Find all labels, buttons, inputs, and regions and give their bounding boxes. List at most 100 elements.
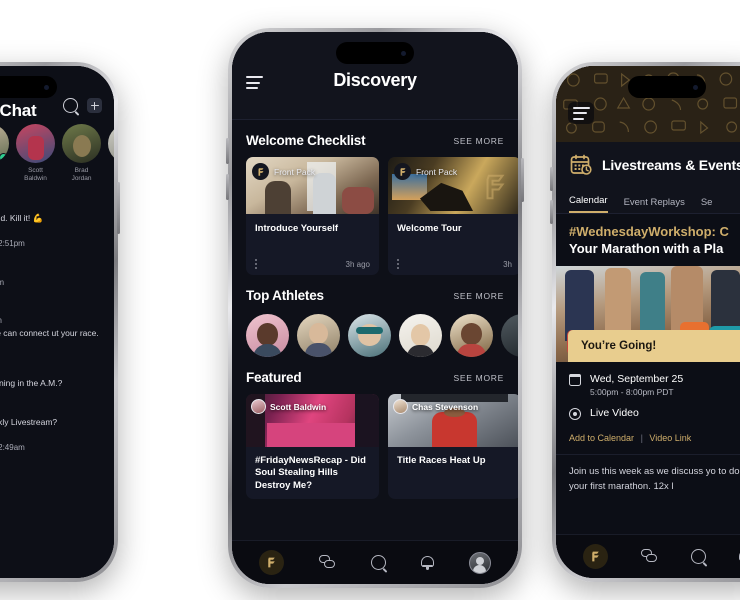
hamburger-menu-button[interactable] <box>568 102 594 124</box>
tab-calendar[interactable]: Calendar <box>569 195 608 213</box>
more-options-icon[interactable] <box>397 259 399 269</box>
more-options-icon[interactable] <box>255 259 257 269</box>
chat-icon <box>640 549 658 564</box>
message-time: 12:51pm <box>0 239 25 249</box>
message-text: ’re a beast 🐎 <box>0 251 105 262</box>
message-time: 1:15pm <box>0 316 2 325</box>
tab-series[interactable]: Se <box>701 197 713 213</box>
card-footer: 3h <box>388 259 518 269</box>
power-button[interactable] <box>117 182 120 234</box>
message-time: 12:49am <box>0 443 25 453</box>
search-icon <box>690 549 706 564</box>
tab-home[interactable] <box>582 544 608 569</box>
story-item[interactable]: AnAth <box>108 124 114 196</box>
see-more-link[interactable]: SEE MORE <box>454 291 504 301</box>
card-brand-name: Front Pack <box>274 166 316 177</box>
athlete-avatar[interactable] <box>501 314 518 357</box>
checklist-card[interactable]: Front Pack Welcome Tour 3h <box>388 157 518 275</box>
event-date: Wed, September 25 <box>590 373 684 386</box>
page-title: Discovery <box>333 70 417 90</box>
card-brand-name: Front Pack <box>416 166 458 177</box>
see-more-link[interactable]: SEE MORE <box>454 373 504 383</box>
featured-row[interactable]: Scott Baldwin #FridayNewsRecap - Did Sou… <box>232 394 518 499</box>
featured-card[interactable]: Scott Baldwin #FridayNewsRecap - Did Sou… <box>246 394 379 499</box>
front-pack-logo-icon <box>252 163 269 180</box>
add-to-calendar-link[interactable]: Add to Calendar <box>569 433 634 443</box>
chat-message-list[interactable]: Tolbert12:49pm d luck this weekend. Kill… <box>0 200 114 572</box>
athlete-avatar[interactable] <box>399 314 442 357</box>
avatar-icon <box>468 551 491 574</box>
card-brand: Front Pack <box>252 163 315 180</box>
card-caption: Welcome Tour <box>397 223 462 234</box>
tab-search[interactable] <box>690 549 706 564</box>
message-time: 12:55pm <box>0 277 5 287</box>
going-label: You’re Going! <box>581 340 657 353</box>
tab-notifications[interactable] <box>420 555 434 570</box>
chat-message: y Wilson1:40pm you be at the weekly Live… <box>0 404 105 428</box>
avatar[interactable] <box>16 124 55 163</box>
tab-chat[interactable] <box>319 555 336 570</box>
going-status-bar[interactable]: You’re Going! Ch <box>568 330 740 363</box>
plus-square-icon[interactable] <box>87 98 102 113</box>
livestreams-tabs[interactable]: Calendar Event Replays Se <box>556 188 740 214</box>
event-title-rest: Your Marathon with a Pla <box>569 240 724 256</box>
top-athletes-row[interactable] <box>232 312 518 357</box>
dynamic-island <box>628 76 706 98</box>
section-title: Top Athletes <box>246 288 324 303</box>
bottom-tab-bar[interactable] <box>556 534 740 578</box>
message-text: d luck this weekend. Kill it! 💪 <box>0 213 44 223</box>
featured-card[interactable]: Chas Stevenson Title Races Heat Up <box>388 394 518 499</box>
volume-down-button[interactable] <box>550 200 553 224</box>
story-item[interactable]: Brad Jordan <box>62 124 101 196</box>
power-button[interactable] <box>521 158 524 202</box>
card-byline: Chas Stevenson <box>393 399 478 414</box>
search-icon <box>370 555 386 570</box>
card-caption: #FridayNewsRecap - Did Soul Stealing Hil… <box>255 455 366 491</box>
discovery-header: Discovery <box>232 32 518 120</box>
avatar[interactable] <box>0 124 9 163</box>
video-link[interactable]: Video Link <box>649 433 691 443</box>
message-text: I’m attending! <box>0 455 105 466</box>
volume-up-button[interactable] <box>550 167 553 191</box>
card-caption: Title Races Heat Up <box>397 455 486 466</box>
record-icon <box>569 408 581 421</box>
event-detail[interactable]: #WednesdayWorkshop: C Your Marathon with… <box>556 214 740 534</box>
page-title: Chat <box>0 101 37 120</box>
athlete-avatar[interactable] <box>246 314 289 357</box>
chat-story-row[interactable]: GabbyRobinson NicoleSmith <box>0 124 114 196</box>
chat-message: Tolbert12:49pm d luck this weekend. Kill… <box>0 200 105 224</box>
see-more-link[interactable]: SEE MORE <box>454 136 504 146</box>
athlete-avatar[interactable] <box>297 314 340 357</box>
tab-search[interactable] <box>370 555 386 570</box>
card-timestamp: 3h ago <box>345 260 370 269</box>
athlete-avatar[interactable] <box>450 314 493 357</box>
dynamic-island <box>336 42 414 64</box>
link-separator: | <box>640 433 643 444</box>
tab-profile[interactable] <box>468 551 491 574</box>
tab-chat[interactable] <box>640 549 658 564</box>
calendar-clock-icon <box>569 153 593 177</box>
story-name: Scott Baldwin <box>24 167 47 183</box>
bottom-tab-bar[interactable] <box>232 540 518 584</box>
search-icon[interactable] <box>63 98 78 113</box>
event-hero-image: You’re Going! Ch <box>556 266 740 363</box>
discovery-content[interactable]: Welcome Checklist SEE MORE Front Pack In… <box>232 120 518 540</box>
event-links: Add to Calendar | Video Link <box>556 430 740 456</box>
athlete-avatar[interactable] <box>348 314 391 357</box>
chat-message: bby Robinson12:49am I’m attending! <box>0 442 105 466</box>
checklist-card[interactable]: Front Pack Introduce Yourself 3h ago <box>246 157 379 275</box>
volume-up-button[interactable] <box>226 138 229 164</box>
story-item[interactable]: NicoleSmith <box>0 124 9 196</box>
card-footer: 3h ago <box>246 259 379 269</box>
welcome-checklist-row[interactable]: Front Pack Introduce Yourself 3h ago Fro… <box>232 157 518 275</box>
tab-home[interactable] <box>259 550 285 575</box>
story-item[interactable]: Scott Baldwin <box>16 124 55 196</box>
phone-center-discovery: Discovery Welcome Checklist SEE MORE Fro… <box>226 28 524 588</box>
message-text: me know when we can connect ut your race… <box>0 328 99 339</box>
avatar[interactable] <box>62 124 101 163</box>
section-title: Featured <box>246 370 302 385</box>
avatar[interactable] <box>108 124 114 163</box>
volume-down-button[interactable] <box>226 174 229 200</box>
page-title: Livestreams & Events <box>602 157 740 173</box>
tab-event-replays[interactable]: Event Replays <box>624 197 685 213</box>
